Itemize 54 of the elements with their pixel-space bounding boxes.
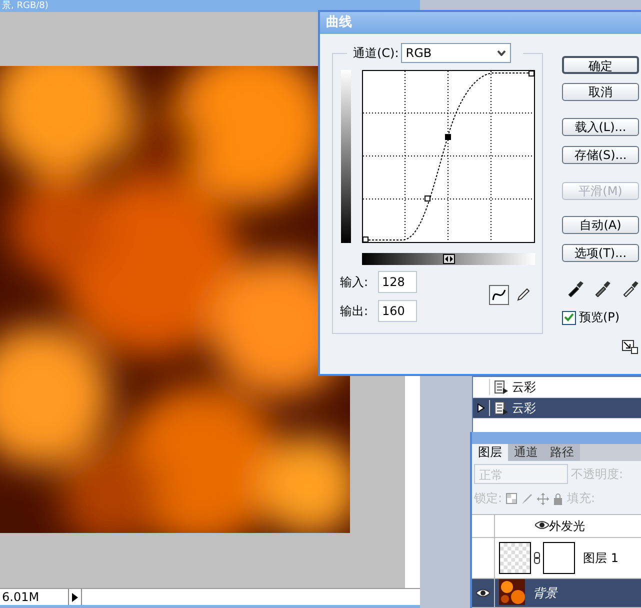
- chevron-down-icon: [496, 50, 506, 56]
- input-field[interactable]: 128: [378, 271, 417, 293]
- eyedropper-icon[interactable]: [567, 279, 584, 297]
- pencil-icon: [516, 288, 530, 302]
- output-field[interactable]: 160: [378, 300, 417, 322]
- panel-tab[interactable]: 图层: [472, 444, 508, 461]
- dialog-button[interactable]: 存储(S)...: [562, 146, 639, 164]
- curve-tool[interactable]: [489, 285, 509, 305]
- check-icon: [564, 313, 574, 322]
- preview-checkbox[interactable]: [562, 310, 576, 324]
- document-icon: [494, 401, 508, 415]
- transparency-lock-icon[interactable]: [506, 493, 518, 504]
- layer-name: 背景: [533, 584, 557, 602]
- curve-graph[interactable]: [362, 70, 535, 243]
- layer-row[interactable]: 外发光: [472, 515, 641, 538]
- dialog-title: 曲线: [320, 12, 641, 34]
- dialog-button[interactable]: 确定: [562, 56, 639, 74]
- play-icon[interactable]: [72, 592, 78, 602]
- fill-label: 填充:: [567, 490, 596, 507]
- dialog-button[interactable]: 载入(L)...: [562, 118, 639, 136]
- dialog-button[interactable]: 自动(A): [562, 216, 639, 234]
- opacity-label: 不透明度:: [571, 466, 624, 482]
- dialog-button[interactable]: 取消: [562, 83, 639, 101]
- output-label: 输出:: [340, 302, 370, 320]
- eyedropper-icon[interactable]: [622, 279, 639, 297]
- status-text: 6.01M: [0, 589, 69, 605]
- layer-name: 图层 1: [583, 550, 618, 566]
- layer-row[interactable]: 背景: [472, 579, 641, 608]
- lock-label: 锁定:: [474, 490, 502, 507]
- input-label: 输入:: [340, 274, 370, 290]
- window-title: 景, RGB/8): [1, 0, 50, 12]
- history-item[interactable]: 云彩: [473, 398, 641, 419]
- eyedropper-icon[interactable]: [594, 279, 612, 297]
- mask-thumbnail-icon: [543, 542, 575, 574]
- dialog-button[interactable]: 选项(T)...: [562, 244, 639, 262]
- channel-dropdown[interactable]: RGB: [400, 43, 511, 63]
- effect-name: 外发光: [549, 518, 585, 534]
- curve-icon: [492, 289, 506, 301]
- toggle-arrows-icon[interactable]: [442, 254, 454, 264]
- transparent-thumbnail-icon: [499, 542, 531, 574]
- panel-tab[interactable]: 路径: [544, 444, 580, 461]
- history-label: 云彩: [512, 400, 536, 416]
- eye-icon[interactable]: [535, 520, 549, 530]
- layer-row[interactable]: 图层 1: [472, 538, 641, 579]
- eye-icon[interactable]: [476, 588, 490, 598]
- expand-icon[interactable]: [622, 340, 638, 354]
- history-label: 云彩: [512, 378, 536, 396]
- link-icon[interactable]: [534, 552, 540, 564]
- state-marker-icon: [477, 403, 485, 413]
- preview-label: 预览(P): [579, 309, 620, 326]
- panel-tab[interactable]: 通道: [508, 444, 544, 461]
- fire-thumbnail-icon: [499, 578, 525, 604]
- channel-label: 通道(C):: [353, 44, 399, 62]
- document-icon: [494, 380, 508, 394]
